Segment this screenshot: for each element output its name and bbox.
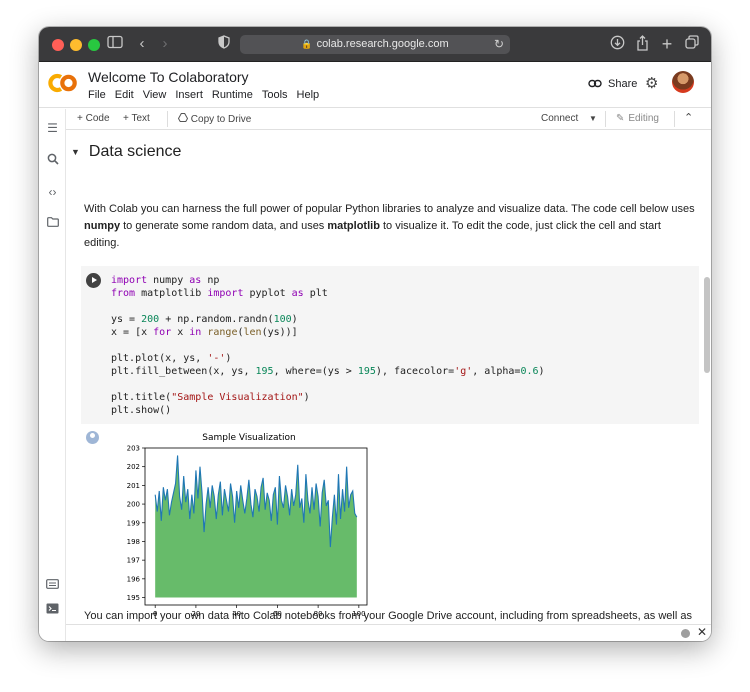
user-avatar[interactable] [672,71,694,93]
colab-logo[interactable] [48,72,78,94]
reload-icon[interactable]: ↻ [494,35,504,54]
search-icon[interactable] [45,153,60,168]
settings-gear-icon[interactable]: ⚙ [645,74,658,92]
chart-fill-area [155,455,357,598]
y-tick-label: 201 [127,482,140,490]
section-heading[interactable]: ▼ Data science [71,143,181,161]
close-status-icon[interactable]: ✕ [697,625,707,639]
y-tick-label: 200 [127,501,140,509]
intro-text-1: With Colab you can harness the full powe… [84,203,695,215]
code-line: ys = 200 + np.random.randn(100) [111,314,298,325]
section-title: Data science [88,143,182,160]
chevron-down-icon: ▼ [589,114,597,123]
code-line: plt.plot(x, ys, '-') [111,353,232,364]
connect-label: Connect [541,113,579,124]
menu-tools[interactable]: Tools [262,89,288,101]
notebook-content: ▼ Data science With Colab you can harnes… [66,131,711,624]
y-tick-label: 203 [127,445,140,453]
files-folder-icon[interactable] [45,216,60,231]
privacy-shield-icon[interactable] [215,35,233,53]
command-palette-icon[interactable] [45,578,60,593]
browser-toolbar: ‹ › 🔒 colab.research.google.com ↻ + [39,27,711,62]
status-indicator-dot [681,629,690,638]
output-chart: Sample Visualization 0 20 40 60 80 100 195 196… [101,429,371,619]
code-line: from matplotlib import pyplot as plt [111,288,328,299]
forward-icon[interactable]: › [156,35,174,53]
code-line: plt.show() [111,405,172,416]
new-tab-icon[interactable]: + [658,35,676,53]
menu-file[interactable]: File [88,89,106,101]
tab-overview-icon[interactable] [683,35,701,53]
copy-to-drive-label: Copy to Drive [190,114,252,125]
menu-runtime[interactable]: Runtime [212,89,253,101]
share-sheet-icon[interactable] [633,35,651,53]
minimize-window-button[interactable] [70,39,82,51]
copy-to-drive-button[interactable]: Copy to Drive [177,113,252,125]
intro-bold-numpy: numpy [84,220,121,232]
address-text: colab.research.google.com [316,38,449,50]
intro-bold-matplotlib: matplotlib [327,220,380,232]
y-tick-label: 195 [127,594,140,602]
run-cell-play-icon[interactable] [86,273,101,288]
toolbar-divider [167,111,168,127]
scrollbar-thumb[interactable] [704,277,710,373]
status-bar: ✕ [66,624,711,641]
lock-icon: 🔒 [301,39,313,49]
toolbar-divider [605,111,606,127]
intro-paragraph: With Colab you can harness the full powe… [84,201,699,252]
sidebar-toggle-icon[interactable] [106,35,124,53]
downloads-icon[interactable] [608,35,626,53]
menu-help[interactable]: Help [297,89,320,101]
add-text-button[interactable]: + Text [123,113,150,124]
code-snippets-icon[interactable]: ‹› [45,185,60,200]
code-line: import numpy as np [111,275,220,286]
toolbar-divider [674,111,675,127]
terminal-icon[interactable] [45,603,60,618]
intro-text-2: to generate some random data, and uses [123,220,325,232]
editing-label: Editing [628,113,659,124]
collapse-caret-icon[interactable]: ▼ [71,147,80,157]
link-icon [588,76,602,91]
colab-header: Welcome To Colaboratory File Edit View I… [39,62,711,108]
code-line: plt.title("Sample Visualization") [111,392,310,403]
share-button[interactable]: Share [588,76,637,91]
code-line: x = [x for x in range(len(ys))] [111,327,298,338]
zoom-window-button[interactable] [88,39,100,51]
y-tick-label: 199 [127,519,140,527]
y-tick-label: 196 [127,575,141,583]
connect-button[interactable]: Connect ▼ [541,113,597,124]
y-tick-label: 197 [127,557,140,565]
output-user-icon [86,431,99,444]
add-code-button[interactable]: + Code [77,113,110,124]
table-of-contents-icon[interactable]: ☰ [45,121,60,136]
code-editor[interactable]: import numpy as np from matplotlib import… [111,274,545,417]
close-window-button[interactable] [52,39,64,51]
notebook-title[interactable]: Welcome To Colaboratory [88,69,249,85]
chart-svg: Sample Visualization 0 20 40 60 80 100 195196… [127,433,368,618]
editing-mode-button[interactable]: ✎ Editing [616,113,659,124]
code-line: plt.fill_between(x, ys, 195, where=(ys >… [111,366,545,377]
menu-insert[interactable]: Insert [175,89,203,101]
menu-bar: File Edit View Insert Runtime Tools Help [88,89,328,101]
collapse-chevron-up-icon[interactable]: ⌃ [684,111,693,124]
chart-title: Sample Visualization [202,433,295,443]
y-tick-label: 198 [127,538,140,546]
notebook-toolbar: + Code + Text Copy to Drive Connect ▼ ✎ E… [66,108,711,130]
left-sidebar: ☰ ‹› [39,109,66,641]
pencil-icon: ✎ [616,113,625,124]
browser-window: ‹ › 🔒 colab.research.google.com ↻ + Welco… [39,27,711,641]
menu-view[interactable]: View [143,89,167,101]
drive-import-paragraph: You can import your own data into Colab … [84,610,692,622]
back-icon[interactable]: ‹ [133,35,151,53]
code-cell[interactable]: import numpy as np from matplotlib import… [81,266,699,424]
y-tick-label: 202 [127,463,140,471]
share-label: Share [608,77,638,90]
address-bar[interactable]: 🔒 colab.research.google.com ↻ [240,35,510,54]
menu-edit[interactable]: Edit [115,89,134,101]
drive-icon [177,113,189,125]
